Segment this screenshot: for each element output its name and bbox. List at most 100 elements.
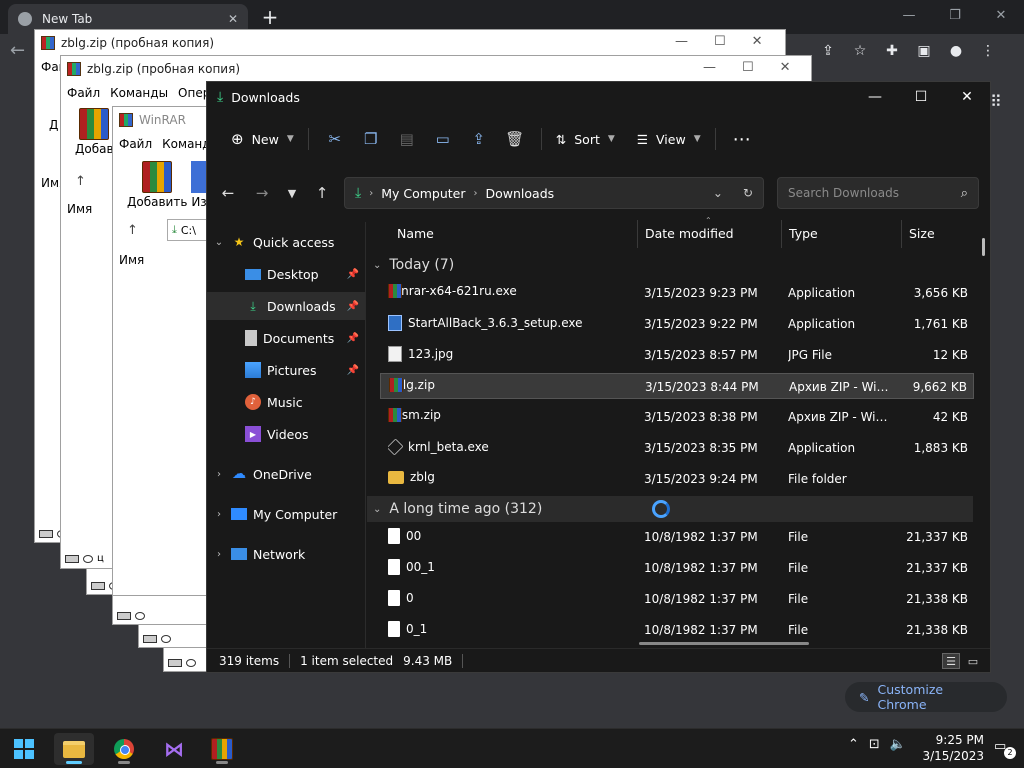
- file-row[interactable]: zblg 3/15/2023 9:24 PM File folder: [380, 466, 974, 492]
- file-row[interactable]: 0_1 10/8/1982 1:37 PM File 21,338 KB: [380, 617, 974, 637]
- view-button[interactable]: ☰ View ▼: [631, 123, 707, 155]
- minimize-icon[interactable]: —: [703, 60, 716, 75]
- taskbar-winrar[interactable]: [202, 733, 242, 765]
- recent-locations-chevron-icon[interactable]: ▼: [279, 180, 305, 206]
- chrome-restore-icon[interactable]: ❐: [932, 0, 978, 30]
- file-row[interactable]: krnl_beta.exe 3/15/2023 8:35 PM Applicat…: [380, 435, 974, 461]
- chrome-menu-icon[interactable]: ⋮: [978, 40, 998, 62]
- search-input[interactable]: [788, 186, 961, 200]
- group-header-long-ago[interactable]: ⌄ A long time ago (312): [367, 496, 973, 522]
- search-icon[interactable]: ⌕: [961, 186, 968, 201]
- up-arrow-icon[interactable]: ↑: [309, 180, 335, 206]
- pane-divider[interactable]: [365, 222, 366, 648]
- address-history-chevron-icon[interactable]: ⌄: [713, 186, 723, 200]
- rename-icon[interactable]: ▭: [425, 123, 461, 155]
- up-arrow-icon[interactable]: ↑: [127, 223, 138, 238]
- chrome-back-icon[interactable]: ←: [10, 40, 25, 61]
- bookmark-star-icon[interactable]: ☆: [850, 40, 870, 62]
- taskbar-file-explorer[interactable]: [54, 733, 94, 765]
- vertical-scrollbar[interactable]: [982, 238, 985, 256]
- apps-grid-icon[interactable]: ⠿: [990, 92, 1002, 111]
- share-icon[interactable]: ⇪: [818, 40, 838, 62]
- sidebar-item-network[interactable]: › Network: [213, 540, 363, 568]
- menu-commands[interactable]: Команды: [110, 86, 168, 100]
- extensions-icon[interactable]: ✚: [882, 40, 902, 62]
- sidebar-item-downloads[interactable]: ⤓ Downloads 📌: [207, 292, 365, 320]
- maximize-icon[interactable]: ☐: [898, 82, 944, 112]
- clock[interactable]: 9:25 PM 3/15/2023: [920, 732, 984, 764]
- download-arrow-icon: ⤓: [172, 223, 177, 236]
- column-type[interactable]: Type: [789, 226, 818, 241]
- maximize-icon[interactable]: ☐: [714, 34, 726, 49]
- sort-button[interactable]: ⇅ Sort ▼: [550, 123, 621, 155]
- extract-tool-button[interactable]: Из: [191, 161, 207, 209]
- share-icon[interactable]: ⇪: [461, 123, 497, 155]
- add-tool-button[interactable]: Добавить: [127, 161, 187, 209]
- chrome-minimize-icon[interactable]: —: [886, 0, 932, 30]
- tray-overflow-chevron-icon[interactable]: ⌃: [848, 737, 859, 752]
- column-divider[interactable]: [901, 220, 902, 248]
- sidebar-item-onedrive[interactable]: › ☁ OneDrive: [213, 460, 363, 488]
- file-row[interactable]: 0 10/8/1982 1:37 PM File 21,338 KB: [380, 586, 974, 612]
- breadcrumb-downloads[interactable]: Downloads: [486, 186, 555, 201]
- column-size[interactable]: Size: [909, 226, 935, 241]
- network-status-icon[interactable]: ⊡: [869, 737, 880, 752]
- file-row-selected[interactable]: zblg.zip 3/15/2023 8:44 PM Архив ZIP - W…: [380, 373, 974, 399]
- file-row[interactable]: 00_1 10/8/1982 1:37 PM File 21,337 KB: [380, 555, 974, 581]
- taskbar-visual-studio[interactable]: ⋈: [154, 733, 194, 765]
- sidebar-item-desktop[interactable]: Desktop 📌: [207, 260, 365, 288]
- volume-icon[interactable]: 🔈: [890, 737, 906, 752]
- horizontal-scrollbar[interactable]: [639, 642, 809, 645]
- sidebar-item-quick-access[interactable]: ⌄ ★ Quick access: [213, 228, 363, 256]
- new-tab-button[interactable]: +: [258, 6, 282, 30]
- up-arrow-icon[interactable]: ↑: [75, 174, 86, 189]
- close-icon[interactable]: ✕: [780, 60, 791, 75]
- paste-icon[interactable]: ▤: [389, 123, 425, 155]
- search-box[interactable]: ⌕: [777, 177, 979, 209]
- chrome-close-icon[interactable]: ✕: [978, 0, 1024, 30]
- details-view-icon[interactable]: ☰: [942, 653, 960, 669]
- sidebar-item-my-computer[interactable]: › My Computer: [213, 500, 363, 528]
- file-row[interactable]: 123.jpg 3/15/2023 8:57 PM JPG File 12 KB: [380, 342, 974, 368]
- menu-file[interactable]: Файл: [119, 137, 152, 151]
- sidebar-item-documents[interactable]: Documents 📌: [207, 324, 365, 352]
- back-arrow-icon[interactable]: ←: [215, 180, 241, 206]
- new-button[interactable]: ⊕ New ▼: [225, 123, 300, 155]
- start-button[interactable]: [4, 733, 44, 765]
- address-bar[interactable]: ⤓ › My Computer › Downloads ⌄ ↻: [344, 177, 764, 209]
- column-date-modified[interactable]: Date modified: [645, 226, 734, 241]
- breadcrumb-my-computer[interactable]: My Computer: [381, 186, 465, 201]
- sidebar-item-pictures[interactable]: Pictures 📌: [207, 356, 365, 384]
- sidebar-item-videos[interactable]: ▶ Videos: [207, 420, 365, 448]
- side-panel-icon[interactable]: ▣: [914, 40, 934, 62]
- more-options-icon[interactable]: ⋯: [724, 123, 760, 155]
- tiles-view-icon[interactable]: ▭: [964, 653, 982, 669]
- file-row[interactable]: zbsm.zip 3/15/2023 8:38 PM Архив ZIP - W…: [380, 404, 974, 430]
- cut-icon[interactable]: ✂: [317, 123, 353, 155]
- menu-file[interactable]: Файл: [67, 86, 100, 100]
- copy-icon[interactable]: ❐: [353, 123, 389, 155]
- group-header-today[interactable]: ⌄ Today (7): [367, 252, 454, 278]
- column-divider[interactable]: [781, 220, 782, 248]
- minimize-icon[interactable]: —: [675, 34, 688, 49]
- notification-center-button[interactable]: ▭ 2: [994, 739, 1016, 759]
- sidebar-item-music[interactable]: ♪ Music: [207, 388, 365, 416]
- forward-arrow-icon[interactable]: →: [249, 180, 275, 206]
- file-row[interactable]: StartAllBack_3.6.3_setup.exe 3/15/2023 9…: [380, 311, 974, 337]
- close-icon[interactable]: ✕: [752, 34, 763, 49]
- maximize-icon[interactable]: ☐: [742, 60, 754, 75]
- chrome-tab-title: New Tab: [42, 12, 93, 26]
- profile-icon[interactable]: ●: [946, 40, 966, 62]
- add-tool-button[interactable]: Добав: [75, 108, 114, 156]
- close-icon[interactable]: ✕: [944, 82, 990, 112]
- file-row[interactable]: 00 10/8/1982 1:37 PM File 21,337 KB: [380, 524, 974, 550]
- delete-icon[interactable]: 🗑: [497, 123, 533, 155]
- refresh-icon[interactable]: ↻: [743, 186, 753, 200]
- minimize-icon[interactable]: —: [852, 82, 898, 112]
- customize-chrome-button[interactable]: ✎ Customize Chrome: [845, 682, 1007, 712]
- close-tab-icon[interactable]: ✕: [228, 12, 238, 26]
- column-divider[interactable]: [637, 220, 638, 248]
- taskbar-chrome[interactable]: [104, 733, 144, 765]
- file-row[interactable]: winrar-x64-621ru.exe 3/15/2023 9:23 PM A…: [380, 280, 974, 306]
- column-name[interactable]: Name: [397, 226, 434, 241]
